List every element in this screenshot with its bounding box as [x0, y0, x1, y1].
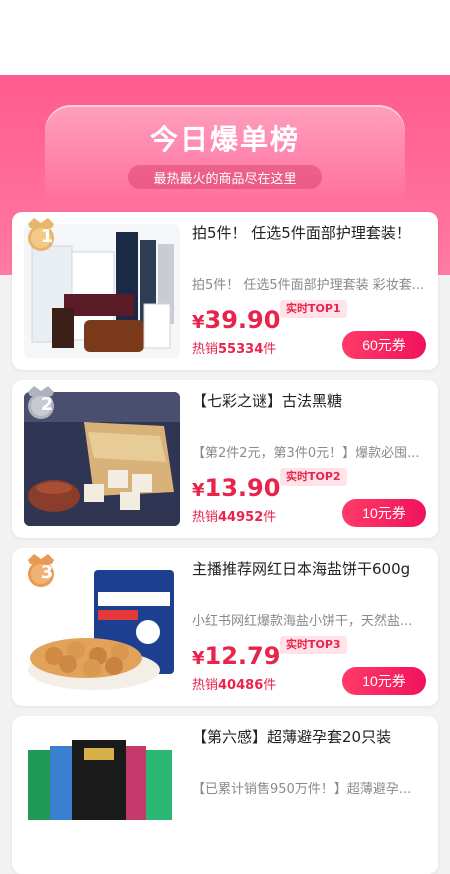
product-title[interactable]: 【第六感】超薄避孕套20只装	[192, 726, 432, 750]
product-price: ¥39.90	[192, 306, 281, 334]
sales-count: 热销44952件	[192, 510, 277, 525]
product-card-2[interactable]: 2 【七彩之谜】古法黑糖 【第2件2元，第3件0元！】爆款必囤... 实时TOP…	[12, 380, 438, 538]
product-title[interactable]: 拍5件！ 任选5件面部护理套装！	[192, 222, 432, 246]
status-bar	[0, 0, 450, 75]
condom-box-image	[28, 740, 172, 820]
top-rank-tag: 实时TOP3	[280, 636, 347, 654]
sales-count: 热销40486件	[192, 678, 277, 693]
product-price: ¥13.90	[192, 474, 281, 502]
top-rank-tag: 实时TOP2	[280, 468, 347, 486]
rank-number: 3	[40, 562, 54, 583]
product-card-1[interactable]: 1 拍5件！ 任选5件面部护理套装！ 拍5件！ 任选5件面部护理套装 彩妆套..…	[12, 212, 438, 370]
product-desc: 小红书网红爆款海盐小饼干，天然盐...	[192, 614, 413, 629]
product-desc: 【第2件2元，第3件0元！】爆款必囤...	[192, 446, 420, 461]
product-desc: 【已累计销售950万件！】超薄避孕...	[192, 782, 412, 797]
product-desc: 拍5件！ 任选5件面部护理套装 彩妆套...	[192, 278, 425, 293]
coupon-button[interactable]: 60元券	[342, 331, 426, 359]
product-title[interactable]: 主播推荐网红日本海盐饼干600g	[192, 558, 432, 582]
sales-count: 热销55334件	[192, 342, 277, 357]
coupon-button[interactable]: 10元券	[342, 499, 426, 527]
product-image-condoms[interactable]	[24, 728, 180, 862]
rank-number: 2	[40, 394, 54, 415]
product-card-3[interactable]: 3 主播推荐网红日本海盐饼干600g 小红书网红爆款海盐小饼干，天然盐... 实…	[12, 548, 438, 706]
product-price: ¥12.79	[192, 642, 281, 670]
page-subtitle: 最热最火的商品尽在这里	[153, 172, 297, 187]
product-title[interactable]: 【七彩之谜】古法黑糖	[192, 390, 432, 414]
coupon-button[interactable]: 10元券	[342, 667, 426, 695]
top-rank-tag: 实时TOP1	[280, 300, 347, 318]
product-card-4[interactable]: 【第六感】超薄避孕套20只装 【已累计销售950万件！】超薄避孕...	[12, 716, 438, 874]
rank-number: 1	[40, 226, 54, 247]
page-title: 今日爆单榜	[149, 123, 300, 156]
